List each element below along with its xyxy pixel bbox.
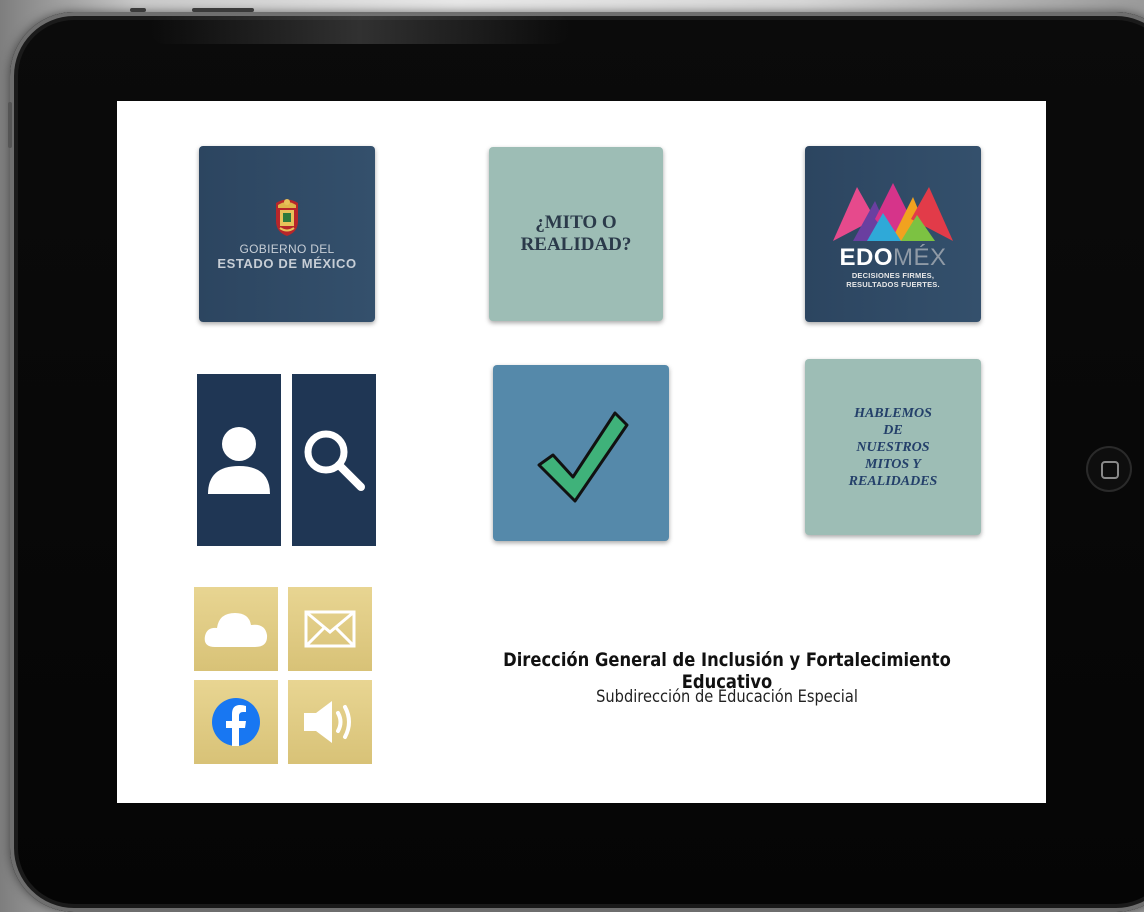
mail-icon <box>304 610 356 648</box>
profile-button[interactable] <box>197 374 281 546</box>
facebook-button[interactable] <box>194 680 278 764</box>
edomex-tile[interactable]: EDOMÉX DECISIONES FIRMES, RESULTADOS FUE… <box>805 146 981 322</box>
facebook-icon <box>212 698 260 746</box>
top-button[interactable] <box>192 8 254 12</box>
magnifier-icon <box>304 430 365 491</box>
mail-button[interactable] <box>288 587 372 671</box>
hablemos-label: HABLEMOS DE NUESTROS MITOS Y REALIDADES <box>848 405 938 489</box>
check-tile[interactable] <box>493 365 669 541</box>
top-button[interactable] <box>130 8 146 12</box>
speaker-icon <box>304 701 351 743</box>
mito-realidad-label: ¿MITO O REALIDAD? <box>520 212 632 255</box>
edomex-logo-icon <box>833 183 953 241</box>
checkmark-icon <box>537 411 629 503</box>
cloud-button[interactable] <box>194 587 278 671</box>
side-volume-button[interactable] <box>8 102 12 148</box>
bezel-reflection <box>150 14 570 44</box>
edomex-word-b: MÉX <box>893 244 947 271</box>
search-button[interactable] <box>292 374 376 546</box>
edomex-wordmark: EDOMÉX <box>839 245 946 271</box>
gobierno-label: GOBIERNO DEL <box>239 242 335 256</box>
edomex-slogan-2: RESULTADOS FUERTES. <box>846 280 940 289</box>
gobierno-estado-mexico-tile[interactable]: GOBIERNO DEL ESTADO DE MÉXICO <box>199 146 375 322</box>
cloud-icon <box>204 613 268 647</box>
edomex-slogan-1: DECISIONES FIRMES, <box>851 271 935 280</box>
mito-realidad-tile[interactable]: ¿MITO O REALIDAD? <box>489 147 663 321</box>
person-icon <box>208 427 270 494</box>
hablemos-tile[interactable]: HABLEMOS DE NUESTROS MITOS Y REALIDADES <box>805 359 981 535</box>
estado-label: ESTADO DE MÉXICO <box>217 256 357 271</box>
home-button[interactable] <box>1086 446 1132 492</box>
coat-of-arms-icon <box>276 199 298 236</box>
edomex-word-a: EDO <box>839 244 893 271</box>
app-screen: GOBIERNO DEL ESTADO DE MÉXICO ¿MITO O RE… <box>117 101 1046 803</box>
organization-subtitle: Subdirección de Educación Especial <box>596 687 858 707</box>
audio-button[interactable] <box>288 680 372 764</box>
